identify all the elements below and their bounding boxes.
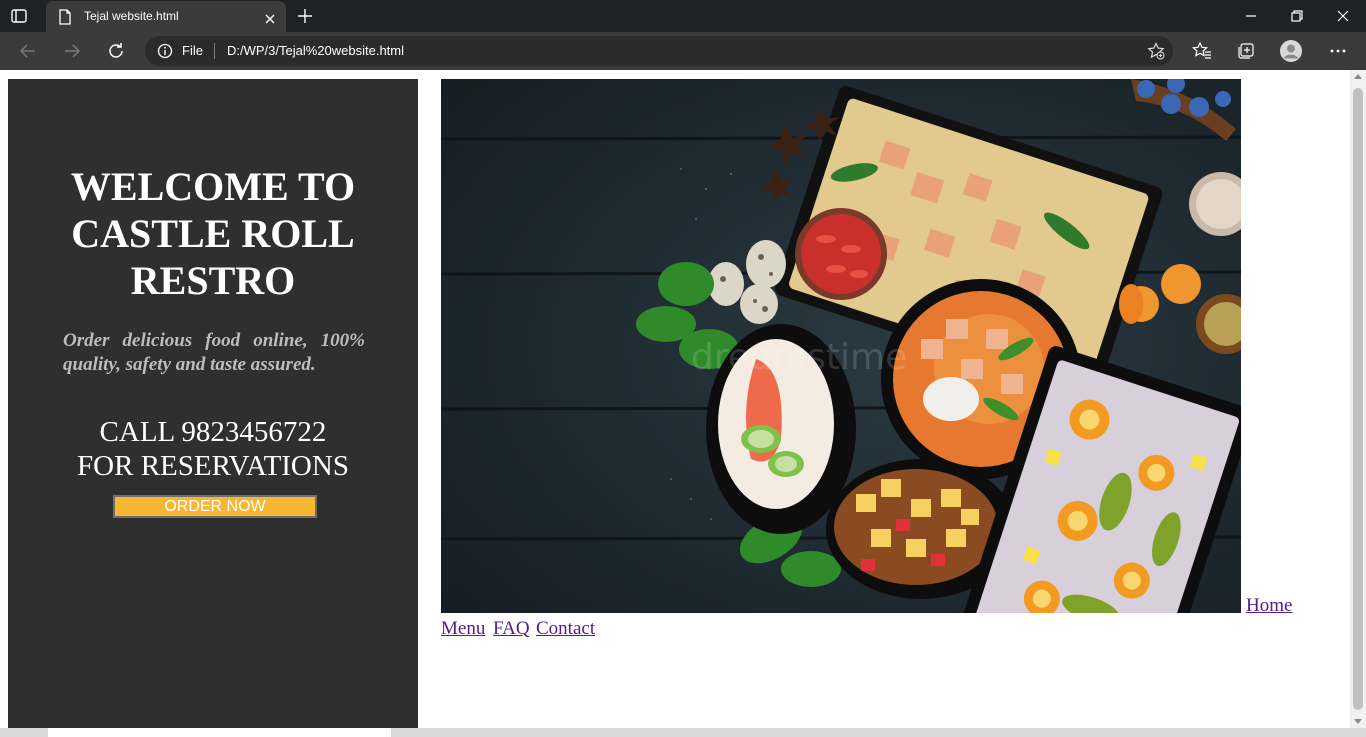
page-viewport: WELCOME TO CASTLE ROLL RESTRO Order deli… xyxy=(0,70,1350,728)
taskbar-search-box[interactable] xyxy=(48,728,391,737)
welcome-panel: WELCOME TO CASTLE ROLL RESTRO Order deli… xyxy=(8,79,418,728)
reservation-call: CALL 9823456722 FOR RESERVATIONS xyxy=(38,415,388,483)
profile-icon[interactable] xyxy=(1280,40,1302,62)
browser-tab-bar: Tejal website.html xyxy=(0,0,1366,32)
welcome-heading: WELCOME TO CASTLE ROLL RESTRO xyxy=(48,163,378,304)
call-line-2: FOR RESERVATIONS xyxy=(77,450,349,482)
tab-title: Tejal website.html xyxy=(84,9,179,23)
call-line-1: CALL 9823456722 xyxy=(99,416,327,448)
address-url[interactable]: D:/WP/3/Tejal%20website.html xyxy=(227,43,404,58)
address-scheme: File xyxy=(182,43,203,58)
scroll-down-icon[interactable] xyxy=(1354,719,1362,724)
address-divider xyxy=(214,43,215,59)
collections-icon[interactable] xyxy=(1236,41,1256,61)
welcome-line-3: RESTRO xyxy=(130,258,296,303)
browser-tab-active[interactable]: Tejal website.html xyxy=(46,1,286,32)
hero-food-image: dreamstime xyxy=(441,79,1241,613)
reload-icon[interactable] xyxy=(106,41,126,61)
nav-link-contact[interactable]: Contact xyxy=(536,618,595,640)
plus-icon[interactable] xyxy=(296,7,314,25)
browser-toolbar: File D:/WP/3/Tejal%20website.html xyxy=(0,32,1366,70)
order-now-button[interactable]: ORDER NOW xyxy=(113,495,317,518)
tab-actions-icon[interactable] xyxy=(10,7,28,25)
forward-arrow-icon[interactable] xyxy=(62,41,82,61)
vertical-scrollbar[interactable] xyxy=(1350,70,1366,728)
address-bar[interactable]: File D:/WP/3/Tejal%20website.html xyxy=(145,36,1173,66)
close-icon[interactable] xyxy=(264,10,276,24)
nav-link-home[interactable]: Home xyxy=(1246,595,1292,617)
nav-link-faq[interactable]: FAQ xyxy=(493,618,530,640)
welcome-line-1: WELCOME TO xyxy=(70,164,356,209)
page-favicon-icon xyxy=(58,9,72,25)
back-arrow-icon[interactable] xyxy=(18,41,38,61)
more-icon[interactable] xyxy=(1328,41,1348,61)
nav-link-menu[interactable]: Menu xyxy=(441,618,485,640)
taskbar-edge xyxy=(0,728,1366,737)
info-icon[interactable] xyxy=(157,43,173,59)
hero-watermark: dreamstime xyxy=(691,337,907,378)
minimize-icon[interactable] xyxy=(1228,0,1274,32)
favorites-icon[interactable] xyxy=(1192,41,1212,61)
tagline: Order delicious food online, 100% qualit… xyxy=(63,330,365,375)
welcome-line-2: CASTLE ROLL xyxy=(71,211,355,256)
restore-icon[interactable] xyxy=(1274,0,1320,32)
star-add-icon[interactable] xyxy=(1147,42,1165,60)
scrollbar-thumb[interactable] xyxy=(1353,88,1363,710)
scroll-up-icon[interactable] xyxy=(1354,74,1362,79)
window-close-icon[interactable] xyxy=(1320,0,1366,32)
